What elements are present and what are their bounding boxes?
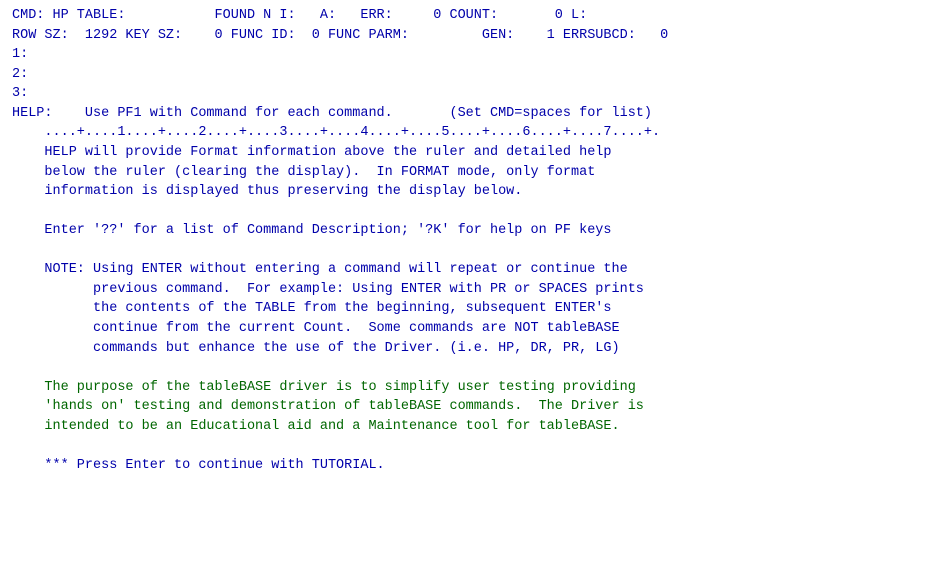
terminal-blank-line <box>12 358 921 378</box>
terminal-line: ROW SZ: 1292 KEY SZ: 0 FUNC ID: 0 FUNC P… <box>12 26 921 46</box>
terminal-line: NOTE: Using ENTER without entering a com… <box>12 260 921 280</box>
terminal-line: commands but enhance the use of the Driv… <box>12 339 921 359</box>
terminal-line: 2: <box>12 65 921 85</box>
terminal-line: CMD: HP TABLE: FOUND N I: A: ERR: 0 COUN… <box>12 6 921 26</box>
terminal-blank-line <box>12 436 921 456</box>
terminal-line: the contents of the TABLE from the begin… <box>12 299 921 319</box>
terminal-line: below the ruler (clearing the display). … <box>12 163 921 183</box>
terminal-line: information is displayed thus preserving… <box>12 182 921 202</box>
terminal-line: intended to be an Educational aid and a … <box>12 417 921 437</box>
terminal-line: HELP: Use PF1 with Command for each comm… <box>12 104 921 124</box>
terminal-line: HELP will provide Format information abo… <box>12 143 921 163</box>
terminal-line: ....+....1....+....2....+....3....+....4… <box>12 123 921 143</box>
terminal-line: continue from the current Count. Some co… <box>12 319 921 339</box>
terminal-line: 1: <box>12 45 921 65</box>
terminal-blank-line <box>12 202 921 222</box>
terminal-line: 3: <box>12 84 921 104</box>
terminal-blank-line <box>12 241 921 261</box>
terminal-line: previous command. For example: Using ENT… <box>12 280 921 300</box>
terminal-line: Enter '??' for a list of Command Descrip… <box>12 221 921 241</box>
terminal-screen: CMD: HP TABLE: FOUND N I: A: ERR: 0 COUN… <box>8 4 925 571</box>
terminal-line: 'hands on' testing and demonstration of … <box>12 397 921 417</box>
terminal-line: The purpose of the tableBASE driver is t… <box>12 378 921 398</box>
terminal-line: *** Press Enter to continue with TUTORIA… <box>12 456 921 476</box>
